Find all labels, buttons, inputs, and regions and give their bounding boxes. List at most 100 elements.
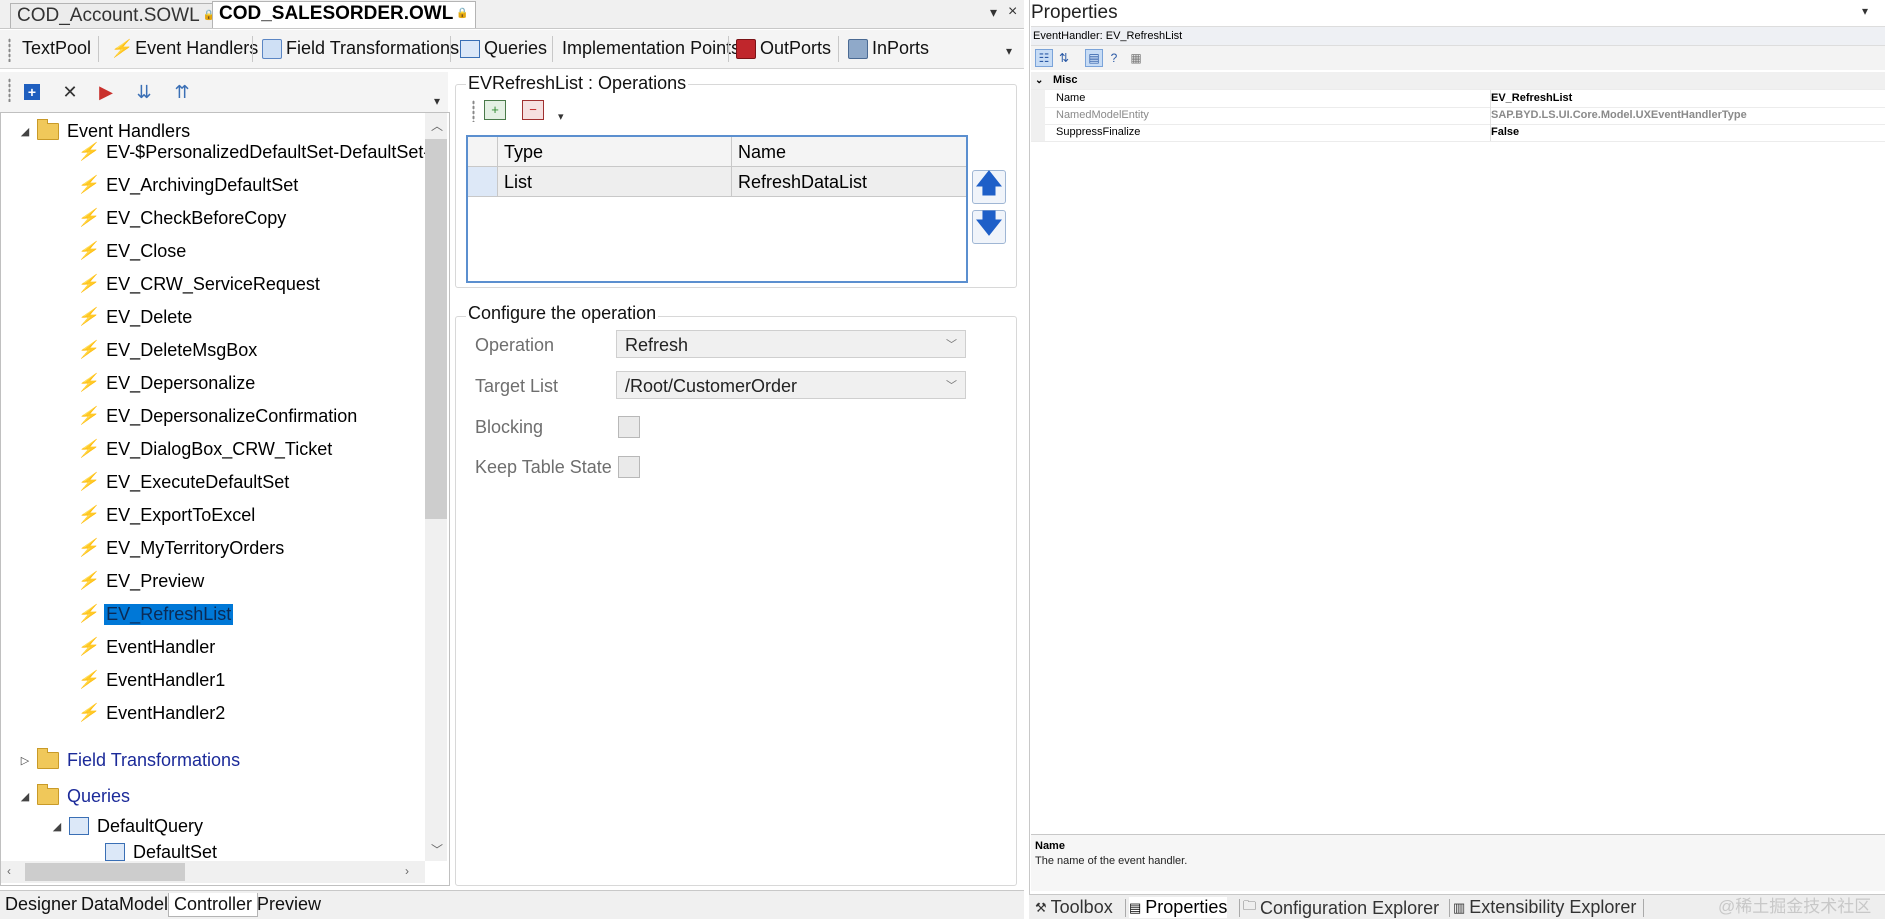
collapse-arrow-icon[interactable]: ◢ <box>51 820 63 833</box>
tab-preview[interactable]: Preview <box>252 893 326 916</box>
scroll-left-icon[interactable]: ‹ <box>7 864 11 878</box>
category-misc[interactable]: ⌄ Misc <box>1031 72 1885 90</box>
add-icon[interactable]: + <box>20 80 44 104</box>
operation-select[interactable]: Refresh ﹀ <box>616 330 966 358</box>
properties-title: Properties <box>1031 2 1118 23</box>
lock-icon: 🔒 <box>456 8 469 19</box>
tree-node-event-handler[interactable]: ⚡ EV_MyTerritoryOrders <box>77 535 286 561</box>
outports-button[interactable]: OutPorts <box>736 38 831 59</box>
toolbar-grip[interactable] <box>8 38 11 62</box>
scroll-right-icon[interactable]: › <box>405 864 409 878</box>
delete-icon[interactable]: ✕ <box>58 80 82 104</box>
tree-node-event-handler[interactable]: ⚡ EV_Delete <box>77 304 194 330</box>
expand-arrow-icon[interactable]: ▷ <box>19 754 31 767</box>
property-row-name[interactable]: Name EV_RefreshList <box>1031 90 1885 108</box>
tree-view[interactable]: ◢ Event Handlers ⚡ EV-$PersonalizedDefaul… <box>0 112 450 886</box>
event-handlers-button[interactable]: ⚡ Event Handlers <box>110 38 258 59</box>
grid-corner <box>468 137 498 167</box>
tab-controller[interactable]: Controller <box>168 893 259 917</box>
tree-node-field-transformations[interactable]: ▷ Field Transformations <box>19 747 242 773</box>
properties-icon: ▤ <box>1129 899 1142 915</box>
target-list-select[interactable]: /Root/CustomerOrder ﹀ <box>616 371 966 399</box>
keep-table-state-checkbox[interactable] <box>618 456 640 478</box>
field-transformations-button[interactable]: Field Transformations <box>262 38 459 59</box>
tab-designer[interactable]: Designer <box>0 893 82 916</box>
collapse-arrow-icon[interactable]: ◢ <box>19 790 31 803</box>
event-handler-label: EV_DeleteMsgBox <box>106 339 258 360</box>
collapse-all-icon[interactable]: ⇈ <box>170 80 194 104</box>
tree-node-queries[interactable]: ◢ Queries <box>19 783 132 809</box>
tree-node-event-handler[interactable]: ⚡ EV_Depersonalize <box>77 370 257 396</box>
tab-toolbox[interactable]: ⚒ Toolbox <box>1035 897 1113 918</box>
toolbar-grip[interactable] <box>472 100 475 122</box>
tree-horizontal-scrollbar[interactable]: ‹ › <box>1 861 425 883</box>
properties-view-icon[interactable]: ▤ <box>1085 49 1103 67</box>
tree-node-event-handler[interactable]: ⚡ EV_DeleteMsgBox <box>77 337 259 363</box>
tab-list-dropdown-icon[interactable]: ▾ <box>990 4 997 21</box>
collapse-arrow-icon[interactable]: ◢ <box>19 125 31 138</box>
set-icon <box>105 843 125 861</box>
tree-node-event-handler[interactable]: ⚡ EventHandler1 <box>77 667 227 693</box>
tree-node-event-handler[interactable]: ⚡ EV_ExecuteDefaultSet <box>77 469 291 495</box>
transform-icon <box>262 38 282 59</box>
tree-node-event-handler[interactable]: ⚡ EV_CheckBeforeCopy <box>77 205 288 231</box>
tab-datamodel[interactable]: DataModel <box>76 893 173 916</box>
tree-node-event-handler[interactable]: ⚡ EV_Preview <box>77 568 206 594</box>
textpool-button[interactable]: TextPool <box>22 38 91 59</box>
remove-operation-icon[interactable]: − <box>522 100 544 120</box>
alphabetical-sort-icon[interactable]: ⇅ <box>1055 49 1073 67</box>
overflow-chevron-icon[interactable]: ▾ <box>558 110 564 123</box>
inports-button[interactable]: InPorts <box>848 38 929 59</box>
event-handler-label: EventHandler <box>106 636 216 657</box>
move-up-arrow-icon[interactable]: 🡅 <box>972 168 1006 204</box>
tree-node-event-handler[interactable]: ⚡ EV_Close <box>77 238 188 264</box>
categorized-icon[interactable]: ☷ <box>1035 49 1053 67</box>
property-row-suppressfinalize[interactable]: SuppressFinalize False <box>1031 124 1885 142</box>
event-handler-label: EV_Depersonalize <box>106 372 256 393</box>
toolbar-grip[interactable] <box>8 78 11 102</box>
operations-title: EVRefreshList : Operations <box>466 73 689 94</box>
tree-node-event-handler[interactable]: ⚡ EventHandler2 <box>77 700 227 726</box>
help-icon[interactable]: ? <box>1105 49 1123 67</box>
tab-cod-salesorder-owl[interactable]: COD_SALESORDER.OWL 🔒 <box>212 1 476 28</box>
column-header-name[interactable]: Name <box>732 137 966 167</box>
implementation-points-button[interactable]: Implementation Points <box>562 38 740 59</box>
tree-node-event-handler[interactable]: ⚡ EV_CRW_ServiceRequest <box>77 271 322 297</box>
move-down-arrow-icon[interactable]: 🡇 <box>972 208 1006 244</box>
scroll-thumb[interactable] <box>25 863 185 881</box>
tab-extensibility-explorer[interactable]: ▥ Extensibility Explorer <box>1453 897 1636 918</box>
property-row-namedmodelentity[interactable]: NamedModelEntity SAP.BYD.LS.UI.Core.Mode… <box>1031 107 1885 125</box>
operations-grid[interactable]: Type Name List RefreshDataList <box>466 135 968 283</box>
add-operation-icon[interactable]: + <box>484 100 506 120</box>
pin-dropdown-icon[interactable]: ▾ <box>1862 4 1868 18</box>
tree-node-event-handler[interactable]: ⚡ EV_ExportToExcel <box>77 502 257 528</box>
scroll-down-icon[interactable]: ﹀ <box>431 841 443 858</box>
queries-button[interactable]: Queries <box>460 38 547 59</box>
row-selector[interactable] <box>468 167 498 197</box>
overflow-chevron-icon[interactable]: ▾ <box>434 94 440 108</box>
column-header-type[interactable]: Type <box>498 137 732 167</box>
run-icon[interactable]: ▶ <box>94 80 118 104</box>
tree-node-event-handler[interactable]: ⚡ EV_DepersonalizeConfirmation <box>77 403 359 429</box>
tree-node-default-query[interactable]: ◢ DefaultQuery <box>51 813 205 839</box>
tree-node-event-handler[interactable]: ⚡ EV-$PersonalizedDefaultSet-DefaultSet- <box>77 139 431 165</box>
tree-node-event-handler[interactable]: ⚡ EV_RefreshList <box>77 601 234 627</box>
scroll-up-icon[interactable]: ︿ <box>431 117 443 134</box>
tree-node-event-handler[interactable]: ⚡ EV_ArchivingDefaultSet <box>77 172 300 198</box>
cell-name[interactable]: RefreshDataList <box>732 167 966 197</box>
tree-node-event-handler[interactable]: ⚡ EV_DialogBox_CRW_Ticket <box>77 436 334 462</box>
overflow-chevron-icon[interactable]: ▾ <box>1006 44 1012 58</box>
tree-vertical-scrollbar[interactable]: ︿ ﹀ <box>425 113 447 861</box>
tab-properties[interactable]: ▤ Properties <box>1129 897 1228 918</box>
close-icon[interactable]: × <box>1008 3 1017 21</box>
expand-all-icon[interactable]: ⇊ <box>132 80 156 104</box>
collapse-arrow-icon[interactable]: ⌄ <box>1035 72 1043 89</box>
cell-type[interactable]: List <box>498 167 732 197</box>
tree-node-event-handler[interactable]: ⚡ EventHandler <box>77 634 217 660</box>
scroll-thumb[interactable] <box>425 139 447 519</box>
tab-cod-account-sowl[interactable]: COD_Account.SOWL 🔒 <box>10 3 223 28</box>
property-pages-icon[interactable]: ▦ <box>1127 49 1145 67</box>
designer-tab-strip: Designer DataModel Controller Preview <box>0 890 1024 919</box>
tab-configuration-explorer[interactable]: 🗀 Configuration Explorer <box>1243 897 1439 919</box>
blocking-checkbox[interactable] <box>618 416 640 438</box>
